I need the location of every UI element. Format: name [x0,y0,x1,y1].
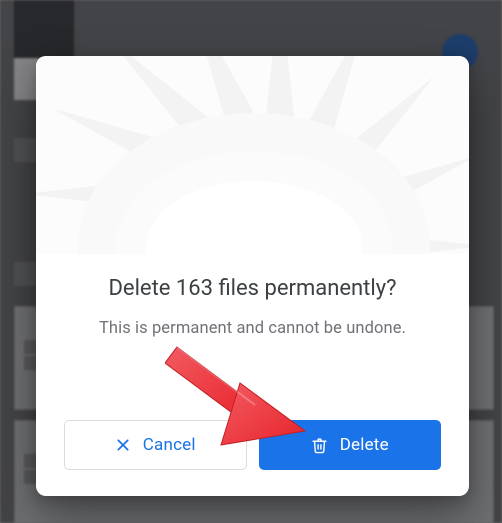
trash-icon [311,437,328,454]
dialog-subtitle: This is permanent and cannot be undone. [64,319,441,338]
delete-button-label: Delete [340,435,389,455]
sunburst-icon [84,76,424,254]
dialog-title: Delete 163 files permanently? [64,276,441,301]
dialog-content: Delete 163 files permanently? This is pe… [36,254,469,496]
dialog-actions: Cancel Delete [64,384,441,470]
cancel-button[interactable]: Cancel [64,420,247,470]
cancel-button-label: Cancel [143,435,196,455]
delete-button[interactable]: Delete [259,420,442,470]
close-icon [115,437,131,453]
dialog-hero-graphic [36,56,469,254]
delete-confirmation-dialog: Delete 163 files permanently? This is pe… [36,56,469,496]
